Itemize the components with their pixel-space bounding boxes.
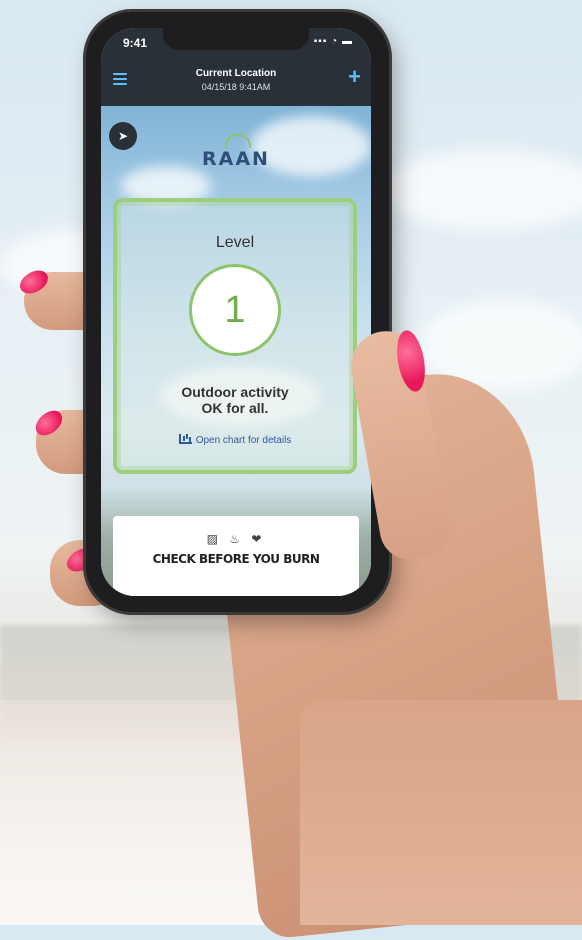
level-indicator: 1	[189, 264, 281, 356]
home-indicator[interactable]	[197, 582, 281, 586]
air-quality-level-card: Level 1 Outdoor activity OK for all. Ope…	[113, 198, 357, 474]
status-time: 9:41	[123, 36, 148, 50]
raan-logo: RAAN	[101, 134, 371, 170]
header-timestamp: 04/15/18 9:41AM	[201, 82, 271, 92]
background-cloud	[380, 150, 582, 230]
chart-icon	[178, 434, 192, 444]
burn-icons: ▨ ♨ ❤	[206, 532, 266, 546]
main-content: ➤ RAAN Level 1 Outdoor activity OK for a…	[101, 106, 371, 596]
phone-screen: 9:41 ▪▪▪ ◔ ▬ Current Location 04/15/18 9…	[101, 28, 371, 596]
add-location-icon[interactable]: +	[348, 66, 361, 88]
level-message-line1: Outdoor activity	[181, 384, 289, 400]
header-title: Current Location	[195, 68, 277, 79]
level-message-line2: OK for all.	[201, 400, 269, 416]
app-header: Current Location 04/15/18 9:41AM +	[101, 56, 371, 106]
hand-wrist	[300, 700, 582, 925]
locate-me-button[interactable]: ➤	[109, 122, 137, 150]
level-label: Level	[215, 234, 255, 251]
open-chart-link[interactable]: Open chart for details	[117, 434, 353, 446]
logo-arc-icon	[225, 134, 251, 148]
signal-wifi-battery-icon: ▪▪▪ ◔ ▬	[313, 36, 353, 47]
burn-card-title: CHECK BEFORE YOU BURN	[152, 552, 320, 566]
open-chart-link-text: Open chart for details	[195, 435, 292, 446]
phone-notch	[163, 28, 309, 50]
logo-text: RAAN	[202, 148, 270, 170]
